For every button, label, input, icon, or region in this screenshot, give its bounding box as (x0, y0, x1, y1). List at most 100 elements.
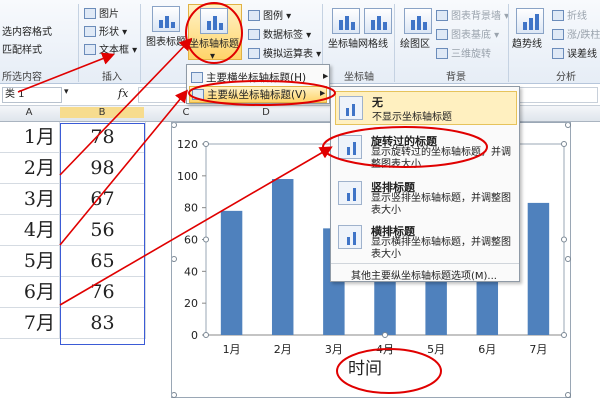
textbox-button[interactable]: 文本框 ▾ (84, 44, 137, 57)
column-header-b[interactable]: B (60, 107, 144, 118)
plot-area-handle (203, 236, 209, 243)
x-tick-label: 7月 (529, 343, 547, 356)
chevron-right-icon: ▸ (323, 70, 329, 82)
column-header-a[interactable]: A (0, 107, 58, 118)
plot-area-handle (561, 236, 567, 243)
chart-title-icon (152, 6, 180, 32)
shapes-button[interactable]: 形状 ▾ (84, 26, 127, 39)
cell-month[interactable]: 6月 (0, 277, 60, 308)
group-label-analysis: 分析 (556, 72, 576, 83)
resize-handle (565, 392, 571, 398)
group-label-background: 背景 (446, 72, 466, 83)
resize-handle (565, 256, 571, 262)
bar (271, 179, 294, 335)
menu-item-horizontal-axis-title[interactable]: 主要横坐标轴标题(H) ▸ (191, 70, 328, 85)
plot-area-handle (203, 141, 209, 147)
error-bars-button[interactable]: 误差线 (552, 48, 597, 61)
ribbon-separator (140, 4, 141, 82)
option-vertical-title[interactable]: 竖排标题 显示竖排坐标轴标题，并调整图表大小 (335, 177, 517, 216)
cell-value[interactable]: 76 (60, 277, 146, 308)
option-desc: 显示旋转过的坐标轴标题，并调整图表大小 (371, 147, 511, 170)
vertical-axis-title-icon (192, 89, 204, 100)
menu-divider (331, 263, 519, 264)
cell-value[interactable]: 83 (60, 308, 146, 339)
data-table-button[interactable]: 模拟运算表 ▾ (248, 48, 321, 61)
ribbon-separator (508, 4, 509, 82)
y-tick-label: 80 (184, 202, 198, 215)
group-label-axes: 坐标轴 (344, 72, 374, 83)
ribbon-separator (78, 4, 79, 82)
fx-icon[interactable]: fx (118, 87, 128, 100)
chevron-right-icon: ▸ (320, 87, 326, 99)
ribbon-left-item-1[interactable]: 选内容格式 (2, 26, 52, 39)
trendline-button[interactable]: 趋势线 (512, 38, 542, 51)
option-none[interactable]: 无 不显示坐标轴标题 (335, 91, 517, 125)
gridlines-button[interactable]: 网格线 (358, 38, 388, 51)
cell-value[interactable]: 65 (60, 246, 146, 277)
more-options-item[interactable]: 其他主要纵坐标轴标题选项(M)... (351, 267, 497, 282)
x-tick-label: 6月 (478, 343, 496, 356)
horizontal-title-icon (338, 225, 362, 249)
option-rotated-title[interactable]: 旋转过的标题 显示旋转过的坐标轴标题，并调整图表大小 (335, 131, 517, 170)
plot-area-handle (561, 141, 567, 147)
chevron-down-icon: ▾ (210, 51, 216, 62)
bar (220, 210, 243, 335)
cell-value[interactable]: 98 (60, 153, 146, 184)
up-down-bars-icon (552, 29, 564, 40)
up-down-bars-button: 涨/跌柱线 (552, 29, 600, 42)
column-header-d[interactable]: D (226, 107, 306, 118)
name-box[interactable]: 类 1 (2, 87, 62, 103)
x-tick-label: 1月 (223, 343, 241, 356)
lines-button: 折线 (552, 10, 587, 23)
plot-area-button[interactable]: 绘图区 (400, 38, 430, 51)
legend-button[interactable]: 图例 ▾ (248, 10, 291, 23)
vertical-title-icon (338, 181, 362, 205)
chart-floor-icon (436, 29, 448, 40)
group-label-insert: 插入 (102, 72, 122, 83)
plot-area-icon (404, 8, 432, 34)
column-header-c[interactable]: C (146, 107, 226, 118)
chart-title-button[interactable]: 图表标题 (146, 36, 186, 49)
resize-handle (565, 122, 571, 128)
data-table-icon (248, 48, 260, 59)
axes-button[interactable]: 坐标轴 (328, 38, 358, 51)
plot-area-handle (561, 332, 567, 338)
x-axis-title[interactable]: 时间 (348, 354, 382, 379)
option-horizontal-title[interactable]: 横排标题 显示横排坐标轴标题，并调整图表大小 (335, 221, 517, 260)
cell-month[interactable]: 5月 (0, 246, 60, 277)
cell-value[interactable]: 78 (60, 122, 146, 153)
legend-icon (248, 10, 260, 21)
picture-button[interactable]: 图片 (84, 8, 119, 21)
x-tick-label: 5月 (427, 343, 445, 356)
y-tick-label: 100 (177, 170, 198, 183)
error-bars-icon (552, 48, 564, 59)
ribbon-left-item-2[interactable]: 匹配样式 (2, 44, 42, 57)
rotation-3d-button: 三维旋转 (436, 48, 491, 61)
horizontal-axis-title-icon (191, 72, 203, 83)
option-desc: 显示竖排坐标轴标题，并调整图表大小 (371, 193, 511, 216)
y-tick-label: 40 (184, 265, 198, 278)
y-tick-label: 0 (191, 329, 198, 342)
cell-month[interactable]: 7月 (0, 308, 60, 339)
cell-month[interactable]: 2月 (0, 153, 60, 184)
picture-icon (84, 8, 96, 19)
vertical-axis-title-submenu: 无 不显示坐标轴标题 旋转过的标题 显示旋转过的坐标轴标题，并调整图表大小 竖排… (330, 86, 520, 282)
resize-handle (171, 122, 177, 128)
cell-month[interactable]: 1月 (0, 122, 60, 153)
cell-value[interactable]: 56 (60, 215, 146, 246)
plot-area-handle (382, 332, 388, 338)
menu-item-vertical-axis-title[interactable]: 主要纵坐标轴标题(V) ▸ (189, 86, 327, 103)
plot-area-handle (203, 332, 209, 338)
trendline-icon (516, 8, 544, 34)
data-labels-button[interactable]: 数据标签 ▾ (248, 29, 311, 42)
axis-titles-dropdown: 主要横坐标轴标题(H) ▸ 主要纵坐标轴标题(V) ▸ (186, 64, 330, 104)
rotation-3d-icon (436, 48, 448, 59)
y-tick-label: 60 (184, 234, 198, 247)
cell-month[interactable]: 4月 (0, 215, 60, 246)
chart-wall-button: 图表背景墙 ▾ (436, 10, 509, 23)
cell-value[interactable]: 67 (60, 184, 146, 215)
axis-titles-icon (200, 8, 228, 34)
shapes-icon (84, 26, 96, 37)
cell-month[interactable]: 3月 (0, 184, 60, 215)
gridlines-icon (364, 8, 392, 34)
